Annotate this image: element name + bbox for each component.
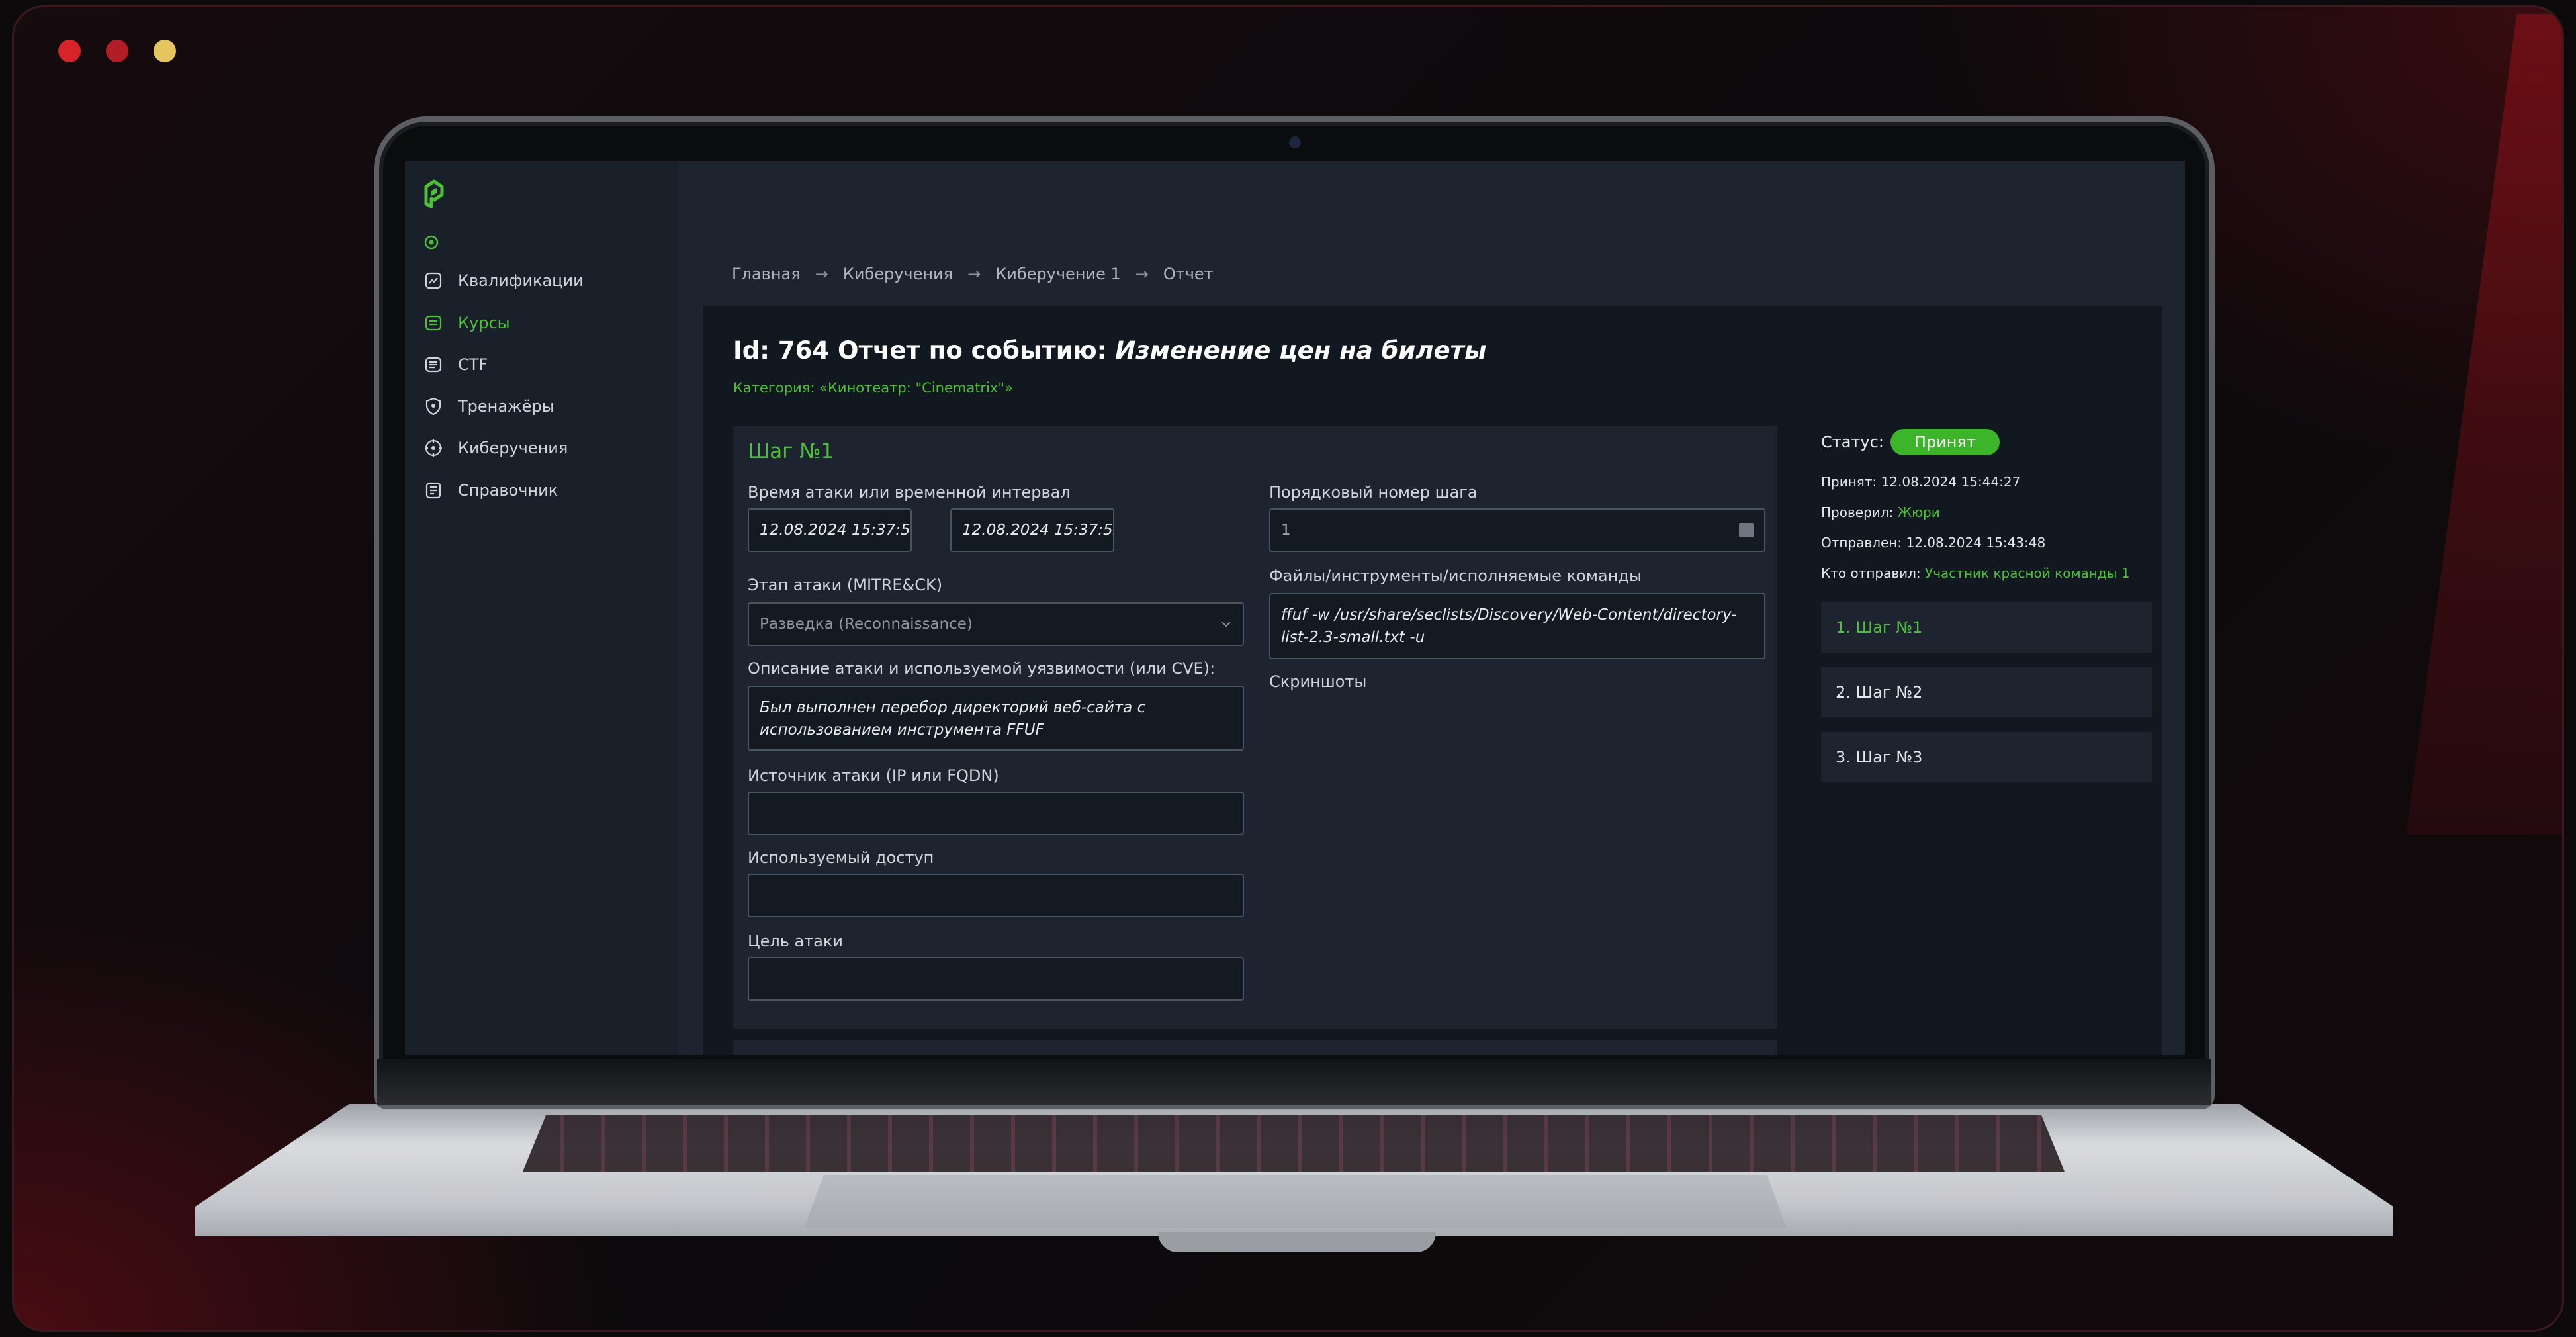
attack-stage-label: Этап атаки (MITRE&CK): [748, 576, 943, 594]
target-icon: [425, 439, 442, 457]
breadcrumb-separator: →: [815, 265, 828, 283]
main-content: Главная → Киберучения → Киберучение 1 → …: [679, 161, 2185, 1055]
step-nav-item[interactable]: 3. Шаг №3: [1821, 732, 2152, 782]
window-maximize-dot[interactable]: [154, 40, 176, 62]
course-icon: [425, 315, 442, 331]
accepted-info: Принят: 12.08.2024 15:44:27: [1821, 474, 2020, 490]
sender-label: Кто отправил:: [1821, 565, 1921, 581]
sidebar-item-label: Справочник: [458, 481, 558, 500]
breadcrumb-home[interactable]: Главная: [732, 265, 801, 283]
sidebar-item-qualifications[interactable]: Квалификации: [423, 267, 584, 294]
checked-value[interactable]: Жюри: [1898, 504, 1940, 520]
sent-label: Отправлен:: [1821, 535, 1902, 551]
time-from-input[interactable]: 12.08.2024 15:37:52: [748, 508, 912, 552]
status-indicator-icon: [424, 235, 439, 250]
report-panel: Id: 764 Отчет по событию: Изменение цен …: [703, 306, 2162, 1055]
attack-source-input[interactable]: [748, 792, 1244, 835]
sidebar-item-trainers[interactable]: Тренажёры: [423, 393, 555, 420]
breadcrumb-cyber-exercise-1[interactable]: Киберучение 1: [995, 265, 1121, 283]
breadcrumb-report: Отчет: [1163, 265, 1214, 283]
title-prefix: Id: 764 Отчет по событию:: [733, 336, 1116, 365]
screenshots-label: Скриншоты: [1269, 672, 1367, 691]
flag-list-icon: [425, 357, 442, 373]
shield-icon: [425, 397, 441, 416]
status-row: Статус: Принят: [1821, 429, 2000, 455]
checked-label: Проверил:: [1821, 504, 1894, 520]
camera-icon: [1289, 136, 1301, 148]
chevron-down-icon: [1221, 622, 1231, 627]
laptop-notch: [1158, 1232, 1436, 1252]
breadcrumb-separator: →: [1135, 265, 1149, 283]
laptop-trackpad: [804, 1175, 1787, 1228]
attack-target-input[interactable]: [748, 957, 1244, 1001]
report-category: Категория: «Кинотеатр: "Cinematrix"»: [733, 380, 1013, 396]
window-minimize-dot[interactable]: [106, 40, 128, 62]
status-label: Статус:: [1821, 433, 1884, 451]
decorative-slash: [2406, 14, 2562, 835]
sidebar-item-label: Киберучения: [458, 439, 568, 457]
breadcrumb-cyber-exercises[interactable]: Киберучения: [843, 265, 953, 283]
sidebar: Квалификации Курсы CTF Тренажёры Киберуч…: [405, 161, 679, 1055]
accepted-label: Принят:: [1821, 474, 1877, 490]
book-icon: [425, 482, 441, 499]
description-label: Описание атаки и используемой уязвимости…: [748, 659, 1216, 678]
attack-stage-select[interactable]: Разведка (Reconnaissance): [748, 602, 1244, 646]
title-event: Изменение цен на билеты: [1115, 336, 1487, 365]
step-number-label: Порядковый номер шага: [1269, 483, 1478, 502]
attack-target-label: Цель атаки: [748, 932, 843, 950]
sidebar-item-label: Курсы: [458, 314, 510, 332]
next-step-card: [733, 1040, 1777, 1055]
checked-info: Проверил: Жюри: [1821, 504, 1940, 520]
step-nav-item[interactable]: 2. Шаг №2: [1821, 667, 2152, 717]
files-label: Файлы/инструменты/исполняемые команды: [1269, 567, 1642, 585]
step-title: Шаг №1: [748, 439, 834, 463]
description-textarea[interactable]: Был выполнен перебор директорий веб-сайт…: [748, 686, 1244, 751]
step-card: Шаг №1 Время атаки или временной интерва…: [733, 426, 1777, 1029]
window-close-dot[interactable]: [58, 40, 81, 62]
sidebar-item-label: CTF: [458, 355, 488, 374]
step-number-value: 1: [1281, 522, 1291, 539]
sent-info: Отправлен: 12.08.2024 15:43:48: [1821, 535, 2045, 551]
brand-logo-icon[interactable]: [422, 177, 446, 210]
used-access-input[interactable]: [748, 874, 1244, 917]
sidebar-item-cyber-exercises[interactable]: Киберучения: [423, 435, 568, 461]
sidebar-item-label: Тренажёры: [458, 397, 555, 416]
laptop-keyboard: [523, 1115, 2065, 1172]
sidebar-item-ctf[interactable]: CTF: [423, 351, 488, 378]
time-to-input[interactable]: 12.08.2024 15:37:52: [950, 508, 1114, 552]
app-screen: Квалификации Курсы CTF Тренажёры Киберуч…: [405, 161, 2185, 1055]
laptop-hinge: [377, 1059, 2211, 1105]
sidebar-item-handbook[interactable]: Справочник: [423, 477, 558, 504]
accepted-value: 12.08.2024 15:44:27: [1881, 474, 2021, 490]
attack-source-label: Источник атаки (IP или FQDN): [748, 766, 999, 785]
sidebar-item-label: Квалификации: [458, 271, 584, 290]
breadcrumb: Главная → Киберучения → Киберучение 1 → …: [732, 265, 1214, 283]
stepper-icon[interactable]: [1739, 523, 1754, 537]
page-title: Id: 764 Отчет по событию: Изменение цен …: [733, 336, 1486, 365]
step-nav-item[interactable]: 1. Шаг №1: [1821, 602, 2152, 653]
status-badge: Принят: [1890, 429, 2000, 455]
files-textarea[interactable]: ffuf -w /usr/share/seclists/Discovery/We…: [1269, 593, 1765, 659]
sent-value: 12.08.2024 15:43:48: [1906, 535, 2046, 551]
sender-info: Кто отправил: Участник красной команды 1: [1821, 565, 2130, 581]
attack-time-label: Время атаки или временной интервал: [748, 483, 1071, 502]
step-number-input[interactable]: 1: [1269, 508, 1765, 552]
used-access-label: Используемый доступ: [748, 849, 934, 867]
sidebar-item-courses[interactable]: Курсы: [423, 310, 510, 336]
chart-icon: [425, 272, 442, 289]
breadcrumb-separator: →: [967, 265, 981, 283]
attack-stage-value: Разведка (Reconnaissance): [760, 616, 973, 633]
sender-value[interactable]: Участник красной команды 1: [1925, 565, 2130, 581]
